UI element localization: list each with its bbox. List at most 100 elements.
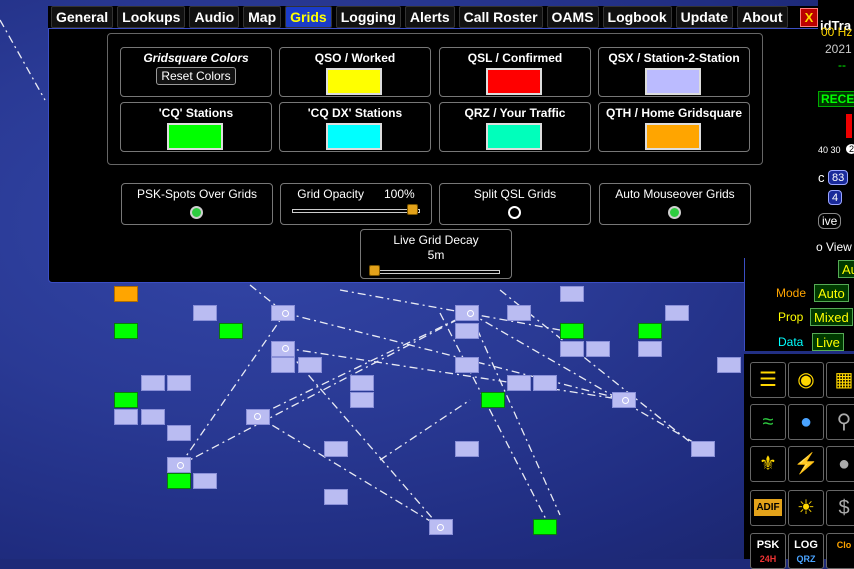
color-swatch[interactable]	[167, 123, 223, 150]
dash-indicator: --	[838, 58, 846, 72]
qsx-grid-square[interactable]	[141, 375, 165, 391]
cq-grid-square[interactable]	[638, 323, 662, 339]
qsx-grid-square[interactable]	[350, 392, 374, 408]
tab-lookups[interactable]: Lookups	[117, 6, 186, 28]
tab-update[interactable]: Update	[675, 6, 734, 28]
reset-colors-button[interactable]: Reset Colors	[156, 67, 236, 85]
qsx-grid-square[interactable]	[298, 357, 322, 373]
qsx-grid-square[interactable]	[717, 357, 741, 373]
live-grid-decay-slider[interactable]	[372, 270, 500, 274]
settings-tab-bar: General Lookups Audio Map Grids Logging Alerts…	[48, 6, 822, 28]
station-marker-icon	[177, 462, 184, 469]
tab-logbook[interactable]: Logbook	[602, 6, 672, 28]
qsx-grid-square[interactable]	[114, 409, 138, 425]
grid-opacity-label: Grid Opacity	[297, 187, 364, 201]
moon-icon[interactable]: ●	[826, 446, 854, 482]
adif-file-icon[interactable]: ADIF	[750, 490, 786, 526]
cq-grid-square[interactable]	[114, 323, 138, 339]
qsx-grid-square[interactable]	[141, 409, 165, 425]
lightning-icon[interactable]: ⚡	[788, 446, 824, 482]
view-select-partial[interactable]: Au	[838, 260, 854, 278]
mode-select[interactable]: Auto	[814, 284, 849, 302]
qsx-grid-square[interactable]	[507, 305, 531, 321]
qsx-grid-square[interactable]	[324, 441, 348, 457]
grids-settings-panel: Gridsquare Colors Reset Colors QSO / Wor…	[48, 28, 822, 283]
grid-opacity-value: 100%	[384, 187, 415, 201]
psk-reporter-icon[interactable]: PSK 24H	[750, 533, 786, 569]
live-grid-decay-slider-thumb[interactable]	[369, 265, 380, 276]
qsx-grid-square[interactable]	[193, 305, 217, 321]
qsx-grid-square[interactable]	[691, 441, 715, 457]
color-cell-label: 'CQ DX' Stations	[307, 106, 403, 120]
color-swatch[interactable]	[326, 123, 382, 150]
qsx-grid-square[interactable]	[638, 341, 662, 357]
color-cell-label: 'CQ' Stations	[158, 106, 234, 120]
qsx-grid-square[interactable]	[507, 375, 531, 391]
checklist-icon[interactable]: ☰	[750, 362, 786, 398]
qsx-grid-square[interactable]	[560, 341, 584, 357]
color-swatch[interactable]	[486, 68, 542, 95]
band-numbers-partial: 40 30	[818, 145, 841, 155]
qsx-grid-square[interactable]	[167, 425, 191, 441]
trophy-icon[interactable]: ⚜	[750, 446, 786, 482]
tab-map[interactable]: Map	[243, 6, 282, 28]
qsx-grid-square[interactable]	[665, 305, 689, 321]
cq-grid-square[interactable]	[533, 519, 557, 535]
tab-logging[interactable]: Logging	[335, 6, 401, 28]
gridsquare-colors-header: Gridsquare Colors Reset Colors	[120, 47, 272, 97]
count-badge-a: 83	[828, 170, 849, 185]
color-swatch[interactable]	[645, 68, 701, 95]
grid-opacity-slider[interactable]	[292, 209, 420, 213]
globe-icon[interactable]: ●	[788, 404, 824, 440]
signal-meter-bar	[846, 114, 852, 138]
tab-about[interactable]: About	[737, 6, 788, 28]
qsx-grid-square[interactable]	[455, 323, 479, 339]
qrz-log-icon[interactable]: LOG QRZ	[788, 533, 824, 569]
cq-grid-square[interactable]	[481, 392, 505, 408]
cq-grid-square[interactable]	[560, 323, 584, 339]
tab-general[interactable]: General	[51, 6, 114, 28]
psk-spots-toggle[interactable]	[190, 206, 203, 219]
qsx-grid-square[interactable]	[350, 375, 374, 391]
split-qsl-toggle[interactable]	[508, 206, 521, 219]
cloudlog-icon[interactable]: Clo	[826, 533, 854, 569]
live-button-partial[interactable]: ive	[818, 213, 842, 229]
cq-grid-square[interactable]	[167, 473, 191, 489]
auto-mouseover-option: Auto Mouseover Grids	[599, 183, 751, 225]
cq-grid-square[interactable]	[219, 323, 243, 339]
data-select[interactable]: Live	[812, 333, 844, 351]
qsx-grid-square[interactable]	[455, 441, 479, 457]
wifi-signal-icon[interactable]: ≈	[750, 404, 786, 440]
recent-button-partial[interactable]: RECEI	[818, 91, 854, 107]
color-swatch[interactable]	[645, 123, 701, 150]
qsx-grid-square[interactable]	[533, 375, 557, 391]
key-icon[interactable]: ⚲	[826, 404, 854, 440]
award-medal-icon[interactable]: ◉	[788, 362, 824, 398]
grid-opacity-slider-thumb[interactable]	[407, 204, 418, 215]
tab-oams[interactable]: OAMS	[546, 6, 599, 28]
qsx-grid-square[interactable]	[560, 286, 584, 302]
auto-mouseover-toggle[interactable]	[668, 206, 681, 219]
tab-audio[interactable]: Audio	[189, 6, 240, 28]
prop-select[interactable]: Mixed	[810, 308, 853, 326]
chart-icon[interactable]: ▦	[826, 362, 854, 398]
qsx-grid-square[interactable]	[167, 375, 191, 391]
tab-call-roster[interactable]: Call Roster	[458, 6, 543, 28]
qsx-grid-square[interactable]	[324, 489, 348, 505]
close-button[interactable]: X	[800, 8, 818, 27]
year-partial: 2021	[825, 42, 852, 56]
tab-grids[interactable]: Grids	[285, 6, 332, 28]
money-hand-icon[interactable]: $	[826, 490, 854, 526]
color-swatch[interactable]	[326, 68, 382, 95]
sun-icon[interactable]: ☀	[788, 490, 824, 526]
color-cell-cq-dx-stations: 'CQ DX' Stations	[279, 102, 431, 152]
home-grid-square[interactable]	[114, 286, 138, 302]
qsx-grid-square[interactable]	[586, 341, 610, 357]
auto-mouseover-label: Auto Mouseover Grids	[615, 187, 735, 201]
qsx-grid-square[interactable]	[455, 357, 479, 373]
color-swatch[interactable]	[486, 123, 542, 150]
tab-alerts[interactable]: Alerts	[404, 6, 455, 28]
qsx-grid-square[interactable]	[193, 473, 217, 489]
cq-grid-square[interactable]	[114, 392, 138, 408]
qsx-grid-square[interactable]	[271, 357, 295, 373]
